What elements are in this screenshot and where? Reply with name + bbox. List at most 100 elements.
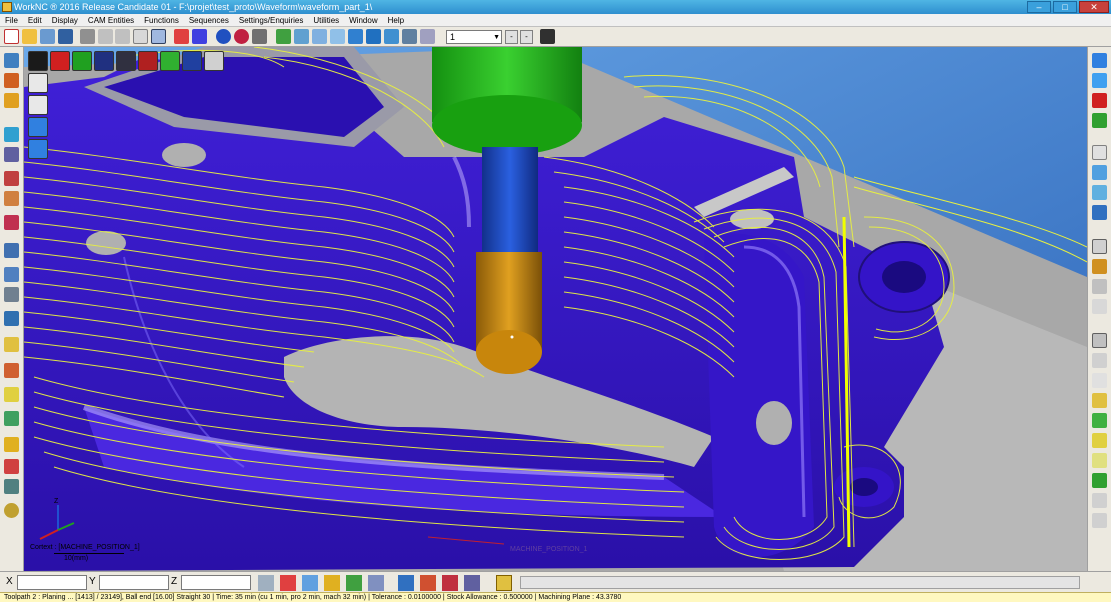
view-back-icon[interactable]	[1092, 73, 1107, 88]
menu-file[interactable]: File	[0, 14, 23, 26]
workzone-icon[interactable]	[4, 53, 19, 68]
menu-edit[interactable]: Edit	[23, 14, 47, 26]
minimize-button[interactable]: –	[1027, 1, 1051, 13]
tool-axis-icon[interactable]	[192, 29, 207, 44]
x-coordinate-input[interactable]	[17, 575, 87, 590]
folder-green-icon[interactable]	[276, 29, 291, 44]
view-right-icon[interactable]	[1092, 113, 1107, 128]
menu-cam-entities[interactable]: CAM Entities	[83, 14, 139, 26]
measure-icon[interactable]	[368, 575, 384, 591]
sphere-red-icon[interactable]	[234, 29, 249, 44]
snap-point-icon[interactable]	[280, 575, 296, 591]
open-folder-icon[interactable]	[22, 29, 37, 44]
redo-icon[interactable]	[115, 29, 130, 44]
export-icon[interactable]	[40, 29, 55, 44]
sphere-blue-icon[interactable]	[216, 29, 231, 44]
undo-icon[interactable]	[98, 29, 113, 44]
menu-functions[interactable]: Functions	[139, 14, 184, 26]
window-tile-icon[interactable]	[540, 29, 555, 44]
print-icon[interactable]	[80, 29, 95, 44]
view-search-icon[interactable]	[204, 51, 224, 71]
view-image-icon[interactable]	[402, 29, 417, 44]
info-icon[interactable]	[464, 575, 480, 591]
view-cube-icon[interactable]	[28, 95, 48, 115]
stock-display-icon[interactable]	[1092, 433, 1107, 448]
shaded-green-icon[interactable]	[72, 51, 92, 71]
filter-icon[interactable]	[1092, 333, 1107, 348]
panel-icon[interactable]	[151, 29, 166, 44]
collision-icon[interactable]	[4, 411, 19, 426]
drill-icon[interactable]	[4, 243, 19, 258]
toolpath-icon[interactable]	[4, 127, 19, 142]
hand-icon[interactable]	[496, 575, 512, 591]
pan-icon[interactable]	[348, 29, 363, 44]
wizard-icon[interactable]	[4, 337, 19, 352]
snap-center-icon[interactable]	[346, 575, 362, 591]
undo-view-icon[interactable]	[1092, 493, 1107, 508]
snap-curve-icon[interactable]	[302, 575, 318, 591]
new-file-icon[interactable]	[4, 29, 19, 44]
menu-window[interactable]: Window	[344, 14, 382, 26]
snapshot-icon[interactable]	[1092, 373, 1107, 388]
shaded-dark-icon[interactable]	[116, 51, 136, 71]
rotate-icon[interactable]	[366, 29, 381, 44]
view-top-icon[interactable]	[28, 73, 48, 93]
settings-icon[interactable]	[4, 503, 19, 518]
save-icon[interactable]	[58, 29, 73, 44]
toolpath-display-icon[interactable]	[1092, 413, 1107, 428]
menu-help[interactable]: Help	[383, 14, 409, 26]
machine-icon[interactable]	[1092, 279, 1107, 294]
lightning-icon[interactable]	[4, 437, 19, 452]
3d-viewport[interactable]: Z Cortext : [MACHINE_POSITION_1] 10(mm) …	[24, 47, 1087, 571]
menu-icon[interactable]	[28, 51, 48, 71]
snap-surface-icon[interactable]	[324, 575, 340, 591]
view-list-icon[interactable]	[420, 29, 435, 44]
finishing-icon[interactable]	[4, 191, 19, 206]
view-left-icon[interactable]	[1092, 93, 1107, 108]
curve-icon[interactable]	[4, 93, 19, 108]
grid-icon[interactable]	[133, 29, 148, 44]
edit-entity-icon[interactable]	[420, 575, 436, 591]
menu-utilities[interactable]: Utilities	[308, 14, 344, 26]
probe-icon[interactable]	[4, 267, 19, 282]
close-button[interactable]: ✕	[1079, 1, 1109, 13]
camera-icon[interactable]	[252, 29, 267, 44]
pointer-icon[interactable]	[258, 575, 274, 591]
view-front-icon[interactable]	[1092, 53, 1107, 68]
layers-icon[interactable]	[1092, 299, 1107, 314]
layer-select[interactable]: 1 ▼	[446, 30, 502, 44]
view-solid-cube-icon[interactable]	[28, 139, 48, 159]
globe-icon[interactable]	[398, 575, 414, 591]
marker-icon[interactable]	[1092, 473, 1107, 488]
redo-view-icon[interactable]	[1092, 513, 1107, 528]
rest-material-icon[interactable]	[4, 215, 19, 230]
step-up-button[interactable]: -	[520, 30, 533, 44]
part-model-render[interactable]: Z	[24, 47, 1087, 571]
report-icon[interactable]	[4, 387, 19, 402]
menu-settings-enquiries[interactable]: Settings/Enquiries	[234, 14, 308, 26]
view-persp-icon[interactable]	[1092, 205, 1107, 220]
monitor-icon[interactable]	[4, 479, 19, 494]
part-icon[interactable]	[4, 73, 19, 88]
zoom-fit-icon[interactable]	[312, 29, 327, 44]
view-ortho-icon[interactable]	[1092, 185, 1107, 200]
shaded-blue-icon[interactable]	[94, 51, 114, 71]
maximize-button[interactable]: □	[1053, 1, 1077, 13]
view-section-icon[interactable]	[1092, 165, 1107, 180]
menu-sequences[interactable]: Sequences	[184, 14, 234, 26]
zoom-window-icon[interactable]	[294, 29, 309, 44]
orbit-icon[interactable]	[384, 29, 399, 44]
stock-icon[interactable]	[4, 147, 19, 162]
pencil-icon[interactable]	[4, 459, 19, 474]
user-icon[interactable]	[442, 575, 458, 591]
menu-display[interactable]: Display	[47, 14, 83, 26]
gouge-icon[interactable]	[1092, 453, 1107, 468]
shaded-red-icon[interactable]	[50, 51, 70, 71]
step-down-button[interactable]: -	[505, 30, 518, 44]
highlight-icon[interactable]	[1092, 393, 1107, 408]
wire-red-icon[interactable]	[138, 51, 158, 71]
verify-icon[interactable]	[4, 311, 19, 326]
y-coordinate-input[interactable]	[99, 575, 169, 590]
postprocess-icon[interactable]	[4, 363, 19, 378]
holder-icon[interactable]	[1092, 259, 1107, 274]
